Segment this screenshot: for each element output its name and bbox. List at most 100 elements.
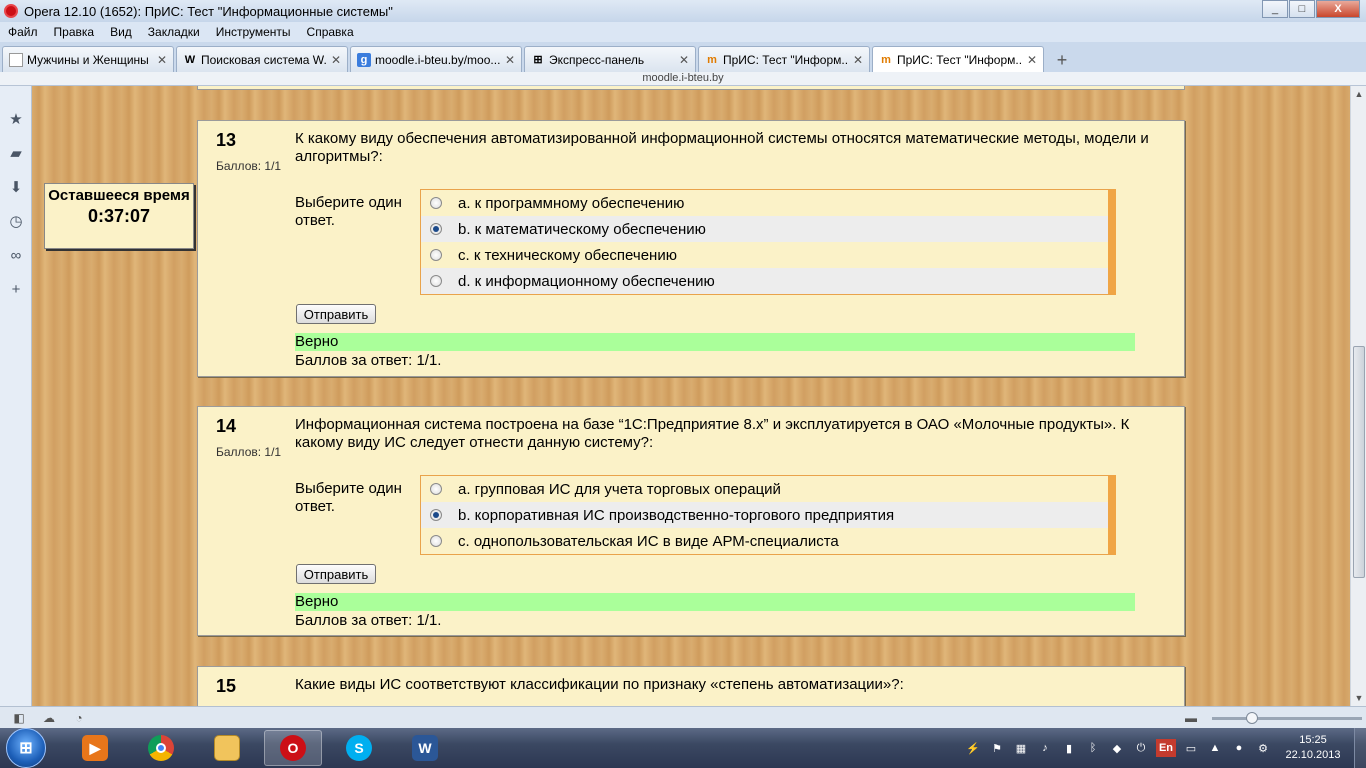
radio-button[interactable] bbox=[430, 535, 442, 547]
question-number: 15 bbox=[216, 676, 237, 696]
menu-bar: Файл Правка Вид Закладки Инструменты Спр… bbox=[0, 22, 1366, 42]
tab-2[interactable]: W Поисковая система W... ✕ bbox=[176, 46, 348, 72]
opera-logo-icon bbox=[4, 4, 18, 18]
tab-5[interactable]: m ПрИС: Тест "Информ... ✕ bbox=[698, 46, 870, 72]
tray-tools-icon[interactable]: ⚡ bbox=[964, 739, 982, 757]
menu-bookmarks[interactable]: Закладки bbox=[140, 25, 208, 39]
menu-help[interactable]: Справка bbox=[299, 25, 362, 39]
windows-start-icon[interactable]: ⊞ bbox=[6, 728, 46, 768]
close-tab-icon[interactable]: ✕ bbox=[853, 53, 863, 67]
bookmarks-star-icon[interactable]: ★ bbox=[0, 102, 32, 136]
menu-edit[interactable]: Правка bbox=[46, 25, 103, 39]
taskbar-media-player[interactable]: ▶ bbox=[66, 730, 124, 766]
speed-dial-icon: ⊞ bbox=[533, 54, 543, 66]
bluetooth-icon[interactable]: ᛒ bbox=[1084, 739, 1102, 757]
answer-option-b[interactable]: b. корпоративная ИС производственно-торг… bbox=[421, 502, 1108, 528]
radio-button[interactable] bbox=[430, 275, 442, 287]
taskbar-opera[interactable]: O bbox=[264, 730, 322, 766]
option-label: c. однопользовательская ИС в виде АРМ-сп… bbox=[458, 532, 839, 550]
question-14: 14 Баллов: 1/1 Информационная система по… bbox=[197, 406, 1185, 636]
answer-option-c[interactable]: c. к техническому обеспечению bbox=[421, 242, 1108, 268]
answer-options: a. групповая ИС для учета торговых опера… bbox=[420, 475, 1116, 555]
tray-update-icon[interactable]: ● bbox=[1230, 739, 1248, 757]
show-desktop-button[interactable] bbox=[1354, 728, 1366, 768]
answer-prompt: Выберите один ответ. bbox=[295, 480, 402, 515]
tray-app-icon[interactable]: ◆ bbox=[1108, 739, 1126, 757]
maximize-button[interactable]: □ bbox=[1289, 0, 1315, 18]
taskbar-explorer[interactable] bbox=[198, 730, 256, 766]
zoom-out-icon[interactable]: ▬ bbox=[1180, 709, 1202, 727]
radio-button-checked[interactable] bbox=[430, 223, 442, 235]
zoom-slider-knob[interactable] bbox=[1246, 712, 1258, 724]
option-label: b. корпоративная ИС производственно-торг… bbox=[458, 506, 895, 524]
radio-button[interactable] bbox=[430, 483, 442, 495]
answer-prompt: Выберите один ответ. bbox=[295, 194, 402, 229]
submit-button[interactable]: Отправить bbox=[296, 304, 376, 324]
tab-label: Мужчины и Женщины bbox=[27, 52, 149, 67]
scrollbar-thumb[interactable] bbox=[1353, 346, 1365, 578]
moodle-icon: m bbox=[707, 53, 717, 66]
answer-option-a[interactable]: a. групповая ИС для учета торговых опера… bbox=[421, 476, 1108, 502]
moodle-icon: m bbox=[881, 53, 891, 66]
taskbar-chrome[interactable] bbox=[132, 730, 190, 766]
minimize-button[interactable]: _ bbox=[1262, 0, 1288, 18]
notes-icon[interactable]: ▰ bbox=[0, 136, 32, 170]
tray-battery-icon[interactable]: ▭ bbox=[1182, 739, 1200, 757]
menu-tools[interactable]: Инструменты bbox=[208, 25, 299, 39]
option-label: d. к информационному обеспечению bbox=[458, 272, 715, 290]
language-indicator[interactable]: En bbox=[1156, 739, 1176, 757]
tray-settings-icon[interactable]: ⚙ bbox=[1254, 739, 1272, 757]
word-icon: W bbox=[412, 735, 438, 761]
close-tab-icon[interactable]: ✕ bbox=[679, 53, 689, 67]
tray-drive-icon[interactable]: ▲ bbox=[1206, 739, 1224, 757]
close-tab-icon[interactable]: ✕ bbox=[331, 53, 341, 67]
tab-4[interactable]: ⊞ Экспресс-панель ✕ bbox=[524, 46, 696, 72]
menu-file[interactable]: Файл bbox=[0, 25, 46, 39]
close-tab-icon[interactable]: ✕ bbox=[505, 53, 515, 67]
window-title: Opera 12.10 (1652): ПрИС: Тест "Информац… bbox=[24, 3, 393, 19]
tab-3[interactable]: g moodle.i-bteu.by/moo... ✕ bbox=[350, 46, 522, 72]
tab-6-active[interactable]: m ПрИС: Тест "Информ... ✕ bbox=[872, 46, 1044, 72]
signal-bars-icon[interactable]: ▮ bbox=[1060, 739, 1078, 757]
address-strip[interactable]: moodle.i-bteu.by bbox=[0, 72, 1366, 86]
links-icon[interactable]: ∞ bbox=[0, 238, 32, 272]
option-label: c. к техническому обеспечению bbox=[458, 246, 677, 264]
answer-option-b[interactable]: b. к математическому обеспечению bbox=[421, 216, 1108, 242]
menu-view[interactable]: Вид bbox=[102, 25, 140, 39]
taskbar-word[interactable]: W bbox=[396, 730, 454, 766]
zoom-slider-track[interactable] bbox=[1212, 717, 1362, 720]
scroll-down-icon[interactable]: ▼ bbox=[1351, 690, 1366, 706]
vertical-scrollbar[interactable]: ▲ ▼ bbox=[1350, 86, 1366, 706]
tray-network-icon[interactable]: ▦ bbox=[1012, 739, 1030, 757]
scroll-up-icon[interactable]: ▲ bbox=[1351, 86, 1366, 102]
downloads-icon[interactable]: ⬇ bbox=[0, 170, 32, 204]
opera-unite-cloud-icon[interactable]: ☁ bbox=[38, 709, 60, 727]
submit-button[interactable]: Отправить bbox=[296, 564, 376, 584]
taskbar-skype[interactable]: S bbox=[330, 730, 388, 766]
volume-icon[interactable]: ♪ bbox=[1036, 739, 1054, 757]
panel-toggle-icon[interactable]: ◧ bbox=[8, 709, 30, 727]
tab-1[interactable]: Мужчины и Женщины ✕ bbox=[2, 46, 174, 72]
history-clock-icon[interactable]: ◷ bbox=[0, 204, 32, 238]
power-icon[interactable]: ⏻ bbox=[1132, 739, 1150, 757]
answer-option-c[interactable]: c. однопользовательская ИС в виде АРМ-сп… bbox=[421, 528, 1108, 554]
question-grade: Баллов: 1/1 bbox=[216, 445, 282, 459]
tab-label: moodle.i-bteu.by/moo... bbox=[375, 52, 501, 67]
page-content: Оставшееся время 0:37:07 13 Баллов: 1/1 … bbox=[32, 86, 1350, 706]
radio-button[interactable] bbox=[430, 249, 442, 261]
timer-label: Оставшееся время bbox=[48, 187, 190, 204]
new-tab-button[interactable]: + bbox=[1050, 48, 1074, 72]
close-button[interactable]: X bbox=[1316, 0, 1360, 18]
close-tab-icon[interactable]: ✕ bbox=[157, 53, 167, 67]
speed-gauge-icon[interactable]: ◔ bbox=[68, 709, 90, 727]
answer-option-d[interactable]: d. к информационному обеспечению bbox=[421, 268, 1108, 294]
tray-flag-icon[interactable]: ⚑ bbox=[988, 739, 1006, 757]
tab-bar: Мужчины и Женщины ✕ W Поисковая система … bbox=[0, 42, 1366, 72]
question-number: 14 bbox=[216, 416, 237, 436]
answer-option-a[interactable]: a. к программному обеспечению bbox=[421, 190, 1108, 216]
close-tab-icon[interactable]: ✕ bbox=[1027, 53, 1037, 67]
system-clock[interactable]: 15:25 22.10.2013 bbox=[1278, 733, 1348, 763]
radio-button-checked[interactable] bbox=[430, 509, 442, 521]
radio-button[interactable] bbox=[430, 197, 442, 209]
add-panel-icon[interactable]: + bbox=[0, 272, 32, 306]
